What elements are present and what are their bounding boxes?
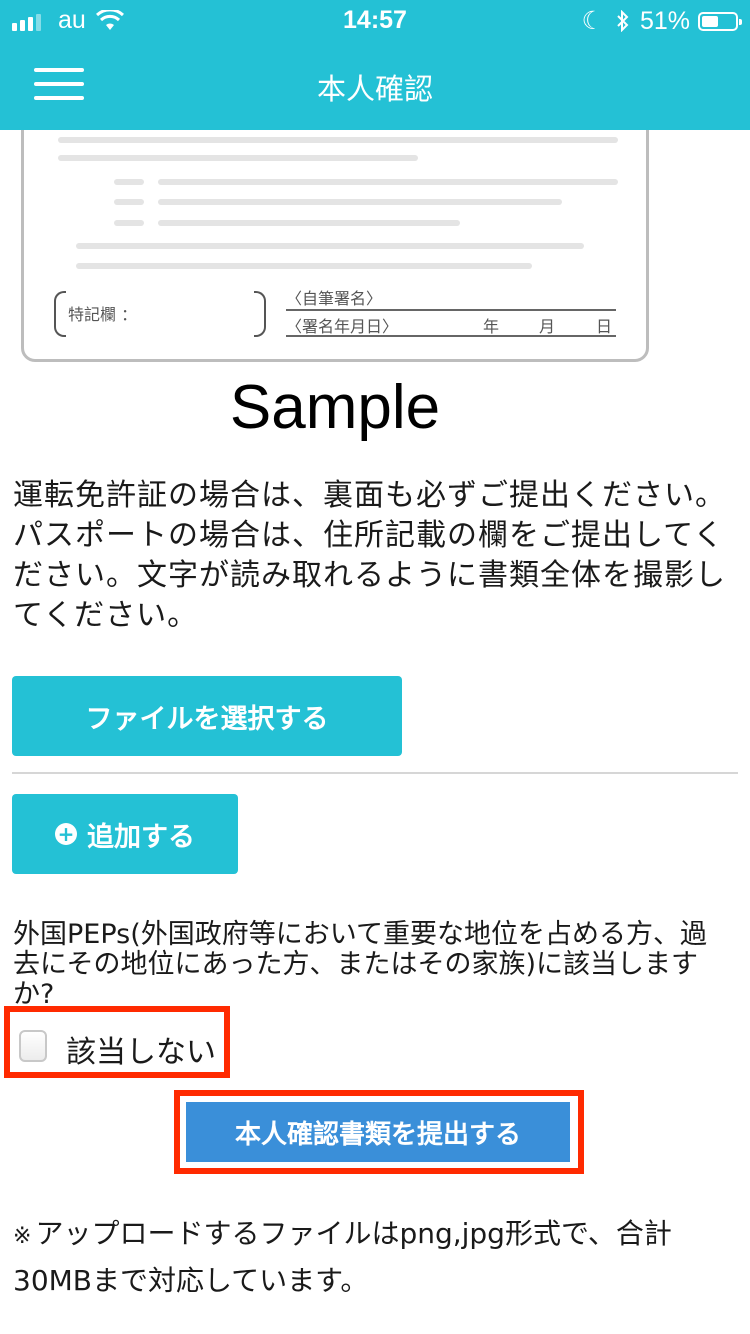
plus-circle-icon: + xyxy=(55,823,77,845)
year-label: 年 xyxy=(483,317,500,336)
submit-identity-documents-button[interactable]: 本人確認書類を提出する xyxy=(186,1102,570,1162)
app-header: 本人確認 xyxy=(0,40,750,130)
battery-icon xyxy=(698,11,742,31)
month-label: 月 xyxy=(539,317,556,336)
submit-label: 本人確認書類を提出する xyxy=(234,1119,521,1150)
license-back-sample: 特記欄 ： 〈自筆署名〉 〈署名年月日〉 年 月 日 xyxy=(21,90,649,362)
remarks-label: 特記欄 ： xyxy=(68,305,138,324)
peps-not-applicable-label[interactable]: 該当しない xyxy=(66,1027,216,1071)
upload-note: ※ アップロードするファイルはpng,jpg形式で、合計30MBまで対応しています… xyxy=(13,1212,733,1303)
sign-date-label: 〈署名年月日〉 xyxy=(286,317,399,336)
bluetooth-icon xyxy=(617,10,629,32)
note-text: アップロードするファイルはpng,jpg形式で、合計30MBまで対応しています。 xyxy=(13,1217,672,1297)
note-mark: ※ xyxy=(13,1224,32,1249)
add-label: 追加する xyxy=(87,821,195,853)
add-button[interactable]: + 追加する xyxy=(12,794,238,874)
peps-not-applicable-checkbox[interactable] xyxy=(19,1030,47,1062)
day-label: 日 xyxy=(596,317,613,336)
page-title: 本人確認 xyxy=(316,72,433,106)
sample-label: Sample xyxy=(229,373,441,442)
peps-question: 外国PEPs(外国政府等において重要な地位を占める方、過去にその地位にあった方、… xyxy=(13,919,707,1010)
status-bar: au 14:57 ☾ 51% xyxy=(0,0,750,40)
upload-instructions: 運転免許証の場合は、裏面も必ずご提出ください。パスポートの場合は、住所記載の欄を… xyxy=(13,478,726,633)
battery-percent: 51% xyxy=(639,6,690,35)
moon-icon: ☾ xyxy=(581,7,604,35)
divider xyxy=(12,772,738,774)
select-file-button[interactable]: ファイルを選択する xyxy=(12,676,402,756)
signature-label: 〈自筆署名〉 xyxy=(286,289,383,308)
select-file-label: ファイルを選択する xyxy=(85,703,329,735)
